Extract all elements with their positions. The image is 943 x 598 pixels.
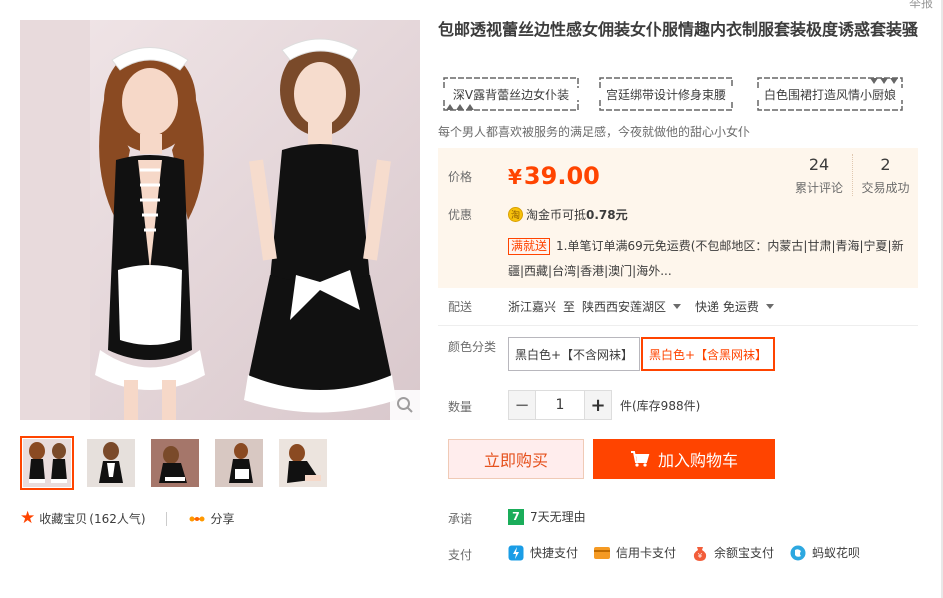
decrease-button[interactable]: − (508, 390, 536, 420)
color-option-1[interactable]: 黑白色+【不含网袜】 (508, 337, 641, 371)
payment-method-label: 余额宝支付 (714, 546, 775, 560)
feature-tags: 深V露背蕾丝边女仆装 宫廷绑带设计修身束腰 白色围裙打造风情小厨娘 (442, 74, 904, 114)
payment-credit-card[interactable]: 信用卡支付 (594, 544, 676, 561)
promotion-section: 优惠 淘 淘金币可抵 0.78元 满就送 1.单笔订单满69元免运费(不包邮地区：内… (448, 206, 904, 278)
thumbnail-5[interactable] (276, 436, 330, 490)
sales-label: 交易成功 (861, 181, 910, 195)
favorite-button[interactable]: 收藏宝贝 (39, 510, 87, 527)
divider (165, 511, 167, 526)
huabei-icon (790, 545, 806, 561)
quantity-stepper: − + 件(库存988件) (508, 390, 700, 420)
magnifier-icon (397, 397, 413, 413)
chevron-down-icon (765, 304, 774, 309)
color-label: 颜色分类 (448, 340, 497, 354)
promise-label: 承诺 (448, 512, 473, 526)
seven-day-return-icon: 7 (508, 508, 524, 525)
price-number: 39.00 (523, 162, 600, 190)
reviews-stat[interactable]: 24 累计评论 (786, 154, 852, 196)
promo-badge: 满就送 (508, 238, 551, 255)
promise-text: 7天无理由 (530, 510, 586, 524)
payment-methods: 快捷支付 信用卡支付 ¥ 余额宝支付 蚂蚁花呗 (508, 544, 876, 561)
payment-method-label: 快捷支付 (530, 546, 579, 560)
payment-huabei[interactable]: 蚂蚁花呗 (790, 544, 860, 561)
add-to-cart-label: 加入购物车 (657, 451, 738, 470)
coin-amount: 0.78元 (586, 208, 628, 222)
yuebao-icon: ¥ (692, 545, 708, 561)
add-to-cart-button[interactable]: 加入购物车 (593, 439, 775, 479)
delivery-to-word: 至 (563, 300, 576, 314)
delivery-row: 配送 浙江嘉兴 至 陕西西安莲湖区 快递 免运费 (448, 298, 780, 315)
favorite-count: (162人气) (89, 512, 146, 526)
thumbnail-1[interactable] (20, 436, 74, 490)
quantity-input[interactable] (536, 390, 584, 420)
shipping-promo-text[interactable]: 1.单笔订单满69元免运费(不包邮地区：内蒙古|甘肃|青海|宁夏|新疆|西藏|台… (508, 239, 904, 278)
thumbnail-list (20, 436, 330, 490)
feature-tag-3: 白色围裙打造风情小厨娘 (756, 74, 904, 114)
quantity-label: 数量 (448, 400, 473, 414)
coin-text: 淘金币可抵 (526, 208, 587, 222)
taojinbi-coin-icon: 淘 (508, 207, 523, 222)
promo-label: 优惠 (448, 208, 473, 222)
quick-pay-icon (508, 545, 524, 561)
feature-tag-2: 宫廷绑带设计修身束腰 (598, 74, 734, 114)
cart-icon (630, 451, 650, 467)
sales-count: 2 (880, 155, 891, 174)
share-icon (189, 516, 205, 521)
thumbnail-3[interactable] (148, 436, 202, 490)
buy-now-button[interactable]: 立即购买 (448, 439, 584, 479)
payment-quick[interactable]: 快捷支付 (508, 544, 578, 561)
currency-symbol: ¥ (508, 165, 522, 189)
main-product-image (20, 20, 420, 420)
price-value: ¥39.00 (508, 162, 600, 190)
payment-method-label: 信用卡支付 (616, 546, 677, 560)
delivery-label: 配送 (448, 300, 473, 314)
sales-stat: 2 交易成功 (852, 154, 918, 196)
star-icon: ★ (20, 508, 36, 528)
delivery-from: 浙江嘉兴 (508, 300, 557, 314)
shipping-method-text: 快递 免运费 (695, 300, 759, 314)
payment-yuebao[interactable]: ¥ 余额宝支付 (692, 544, 774, 561)
color-option-2[interactable]: 黑白色+【含黑网袜】 (641, 337, 776, 371)
price-panel: 价格 ¥39.00 24 累计评论 2 交易成功 优惠 淘 淘金币可抵 0.78元… (438, 148, 918, 288)
stock-text: 件(库存988件) (620, 398, 701, 413)
destination-text: 陕西西安莲湖区 (582, 300, 667, 314)
destination-selector[interactable]: 陕西西安莲湖区 (582, 298, 687, 315)
product-title: 包邮透视蕾丝边性感女佣装女仆服情趣内衣制服套装极度诱惑套装骚 (438, 20, 919, 39)
shipping-method-selector[interactable]: 快递 免运费 (695, 298, 780, 315)
favorite-share-bar: ★ 收藏宝贝 (162人气) 分享 (20, 510, 235, 527)
product-subtitle: 每个男人都喜欢被服务的满足感，今夜就做他的甜心小女仆 (438, 125, 751, 139)
reviews-label: 累计评论 (794, 181, 843, 195)
thumbnail-2[interactable] (84, 436, 138, 490)
share-button[interactable]: 分享 (211, 510, 235, 527)
section-divider (438, 325, 918, 326)
increase-button[interactable]: + (584, 390, 612, 420)
thumbnail-4[interactable] (212, 436, 266, 490)
promise-item[interactable]: 7 7天无理由 (508, 508, 586, 525)
credit-card-icon (594, 545, 611, 561)
chevron-down-icon (673, 304, 682, 309)
payment-label: 支付 (448, 548, 473, 562)
svg-text:¥: ¥ (698, 552, 703, 560)
feature-tag-1: 深V露背蕾丝边女仆装 (442, 74, 580, 114)
report-link[interactable]: 举报 (909, 0, 933, 11)
price-label: 价格 (448, 169, 473, 184)
zoom-button[interactable] (390, 390, 420, 420)
reviews-count: 24 (808, 155, 830, 174)
sales-stats: 24 累计评论 2 交易成功 (786, 154, 918, 196)
payment-method-label: 蚂蚁花呗 (812, 546, 861, 560)
